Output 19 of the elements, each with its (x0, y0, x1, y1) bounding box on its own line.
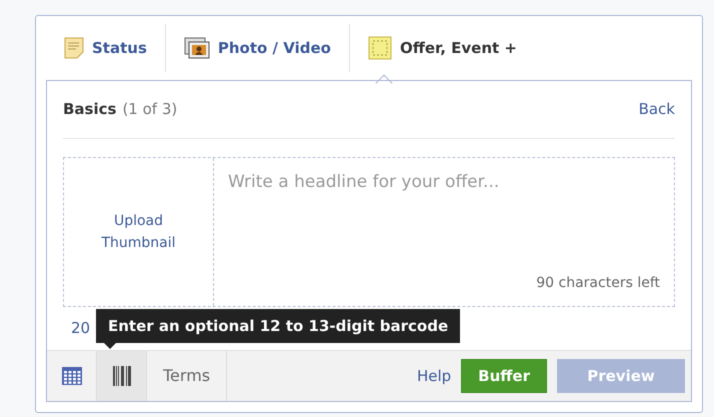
photo-icon (184, 37, 210, 59)
partial-text: 20 (71, 318, 90, 339)
barcode-button[interactable] (97, 351, 147, 401)
help-link[interactable]: Help (416, 364, 452, 388)
headline-field[interactable]: Write a headline for your offer... (228, 170, 660, 196)
panel-title: Basics (63, 99, 116, 120)
buffer-button[interactable]: Buffer (461, 359, 547, 393)
terms-button[interactable]: Terms (147, 351, 228, 401)
composer-tab[interactable]: Offer, Event + (350, 24, 535, 72)
note-icon (64, 37, 84, 59)
upload-thumbnail-button[interactable]: Upload Thumbnail (64, 158, 214, 306)
coupon-icon (368, 36, 392, 60)
back-link[interactable]: Back (638, 98, 675, 121)
character-counter: 90 characters left (536, 274, 660, 293)
barcode-icon (112, 366, 132, 386)
composer-tab[interactable]: Photo / Video (166, 24, 349, 72)
calendar-icon (62, 367, 82, 385)
composer-tab[interactable]: Status (46, 24, 165, 72)
step-counter: (1 of 3) (122, 99, 178, 120)
